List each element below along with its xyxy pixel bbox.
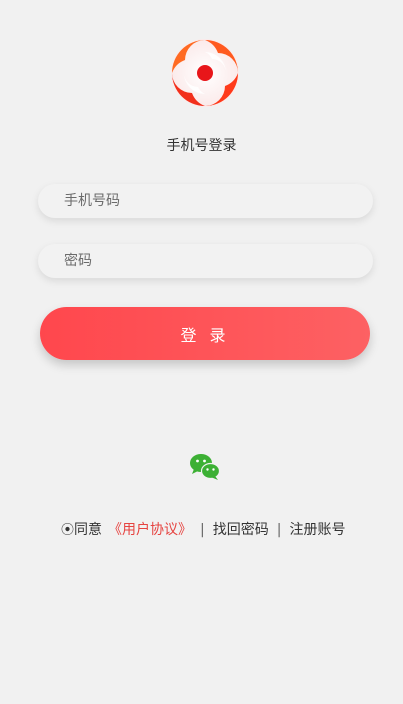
phone-field[interactable] [38,184,373,218]
login-button[interactable]: 登 录 [40,307,370,360]
wechat-icon [190,454,221,480]
user-agreement-link[interactable]: 《用户协议》 [108,520,192,540]
agree-label: 同意 [74,522,103,538]
password-input[interactable] [64,244,354,278]
find-password-link[interactable]: 找回密码 [213,520,269,540]
footer-links: ⦿同意 《用户协议》 | 找回密码 | 注册账号 [61,520,345,541]
app-logo [170,38,240,108]
agree-radio-icon[interactable]: ⦿ [61,521,74,541]
password-field[interactable] [38,244,373,278]
wechat-login-button[interactable] [189,452,221,482]
link-separator: | [276,522,282,538]
logo-swirl-icon [171,39,239,107]
page-title: 手机号登录 [166,138,237,154]
register-link[interactable]: 注册账号 [289,520,345,540]
link-separator: | [200,522,205,538]
phone-input[interactable] [64,184,354,218]
